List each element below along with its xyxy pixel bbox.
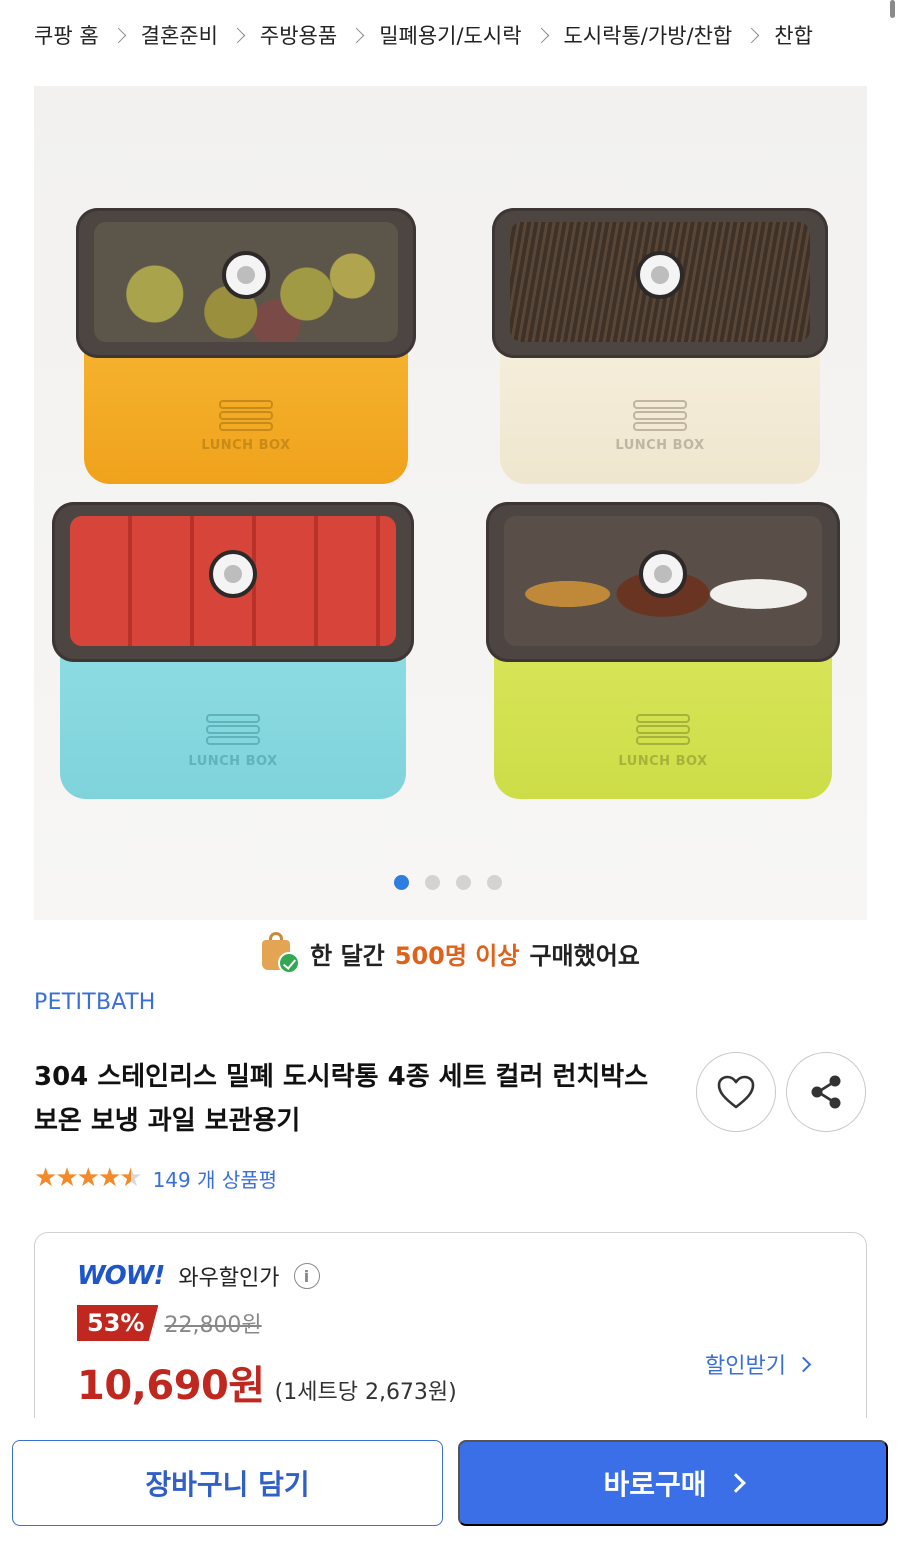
bottom-action-bar: 장바구니 담기 바로구매 (0, 1418, 900, 1543)
breadcrumb-item-containers[interactable]: 밀폐용기/도시락 (379, 20, 521, 50)
sale-price: 10,690원 (77, 1363, 265, 1409)
sale-price-row: 10,690원 (1세트당 2,673원) (77, 1353, 457, 1411)
buy-now-button[interactable]: 바로구매 (458, 1440, 888, 1526)
chevron-right-icon (743, 27, 760, 43)
wishlist-button[interactable] (696, 1052, 776, 1132)
brand-link[interactable]: PETITBATH (34, 990, 156, 1015)
share-button[interactable] (786, 1052, 866, 1132)
wow-logo: WOW! (77, 1261, 165, 1291)
valve-icon (209, 550, 257, 598)
discount-badge: 53% (77, 1305, 159, 1341)
share-icon (811, 1075, 841, 1109)
lunchbox-cream: LUNCH BOX (492, 208, 828, 488)
lunchbox-mint: LUNCH BOX (52, 502, 414, 802)
breadcrumb-item-home[interactable]: 쿠팡 홈 (34, 20, 99, 50)
box-logo: LUNCH BOX (615, 438, 705, 453)
scroll-indicator[interactable] (890, 0, 895, 18)
rating-row[interactable]: ★★★★★ 149 개 상품평 (34, 1163, 277, 1193)
wow-price-header: WOW! 와우할인가 i (77, 1260, 320, 1292)
star-icon: ★ (76, 1163, 100, 1193)
box-logo: LUNCH BOX (201, 438, 291, 453)
star-rating: ★★★★★ (34, 1163, 143, 1193)
buy-now-label: 바로구매 (603, 1468, 707, 1501)
lunchbox-yellow: LUNCH BOX (76, 208, 416, 488)
box-logo: LUNCH BOX (188, 754, 278, 769)
add-to-cart-label: 장바구니 담기 (145, 1468, 310, 1501)
wow-label: 와우할인가 (178, 1266, 280, 1291)
unit-price: (1세트당 2,673원) (274, 1380, 457, 1405)
chevron-right-icon (725, 1473, 746, 1493)
valve-icon (639, 550, 687, 598)
chevron-right-icon (348, 27, 365, 43)
banner-prefix: 한 달간 (310, 941, 385, 970)
chevron-right-icon (795, 1356, 812, 1372)
get-discount-link[interactable]: 할인받기 (705, 1348, 812, 1380)
carousel-pagination (394, 875, 502, 890)
star-icon: ★ (55, 1163, 78, 1193)
shopping-bag-check-icon (260, 932, 301, 974)
breadcrumb-item-lunchbox[interactable]: 도시락통/가방/찬합 (564, 20, 733, 50)
box-logo: LUNCH BOX (618, 754, 708, 769)
breadcrumb-item-wedding[interactable]: 결혼준비 (141, 20, 218, 50)
product-title: 304 스테인리스 밀폐 도시락통 4종 세트 컬러 런치박스 보온 보냉 과일… (34, 1062, 649, 1136)
valve-icon (636, 251, 684, 299)
star-icon: ★ (34, 1163, 57, 1193)
star-half-icon: ★ (119, 1163, 142, 1193)
original-price: 22,800원 (164, 1313, 262, 1338)
carousel-dot[interactable] (487, 875, 502, 890)
chevron-right-icon (533, 27, 549, 43)
valve-icon (222, 251, 270, 299)
heart-icon (717, 1075, 755, 1109)
carousel-dot[interactable] (425, 875, 440, 890)
carousel-dot[interactable] (456, 875, 471, 890)
breadcrumb: 쿠팡 홈 결혼준비 주방용품 밀폐용기/도시락 도시락통/가방/찬합 찬합 (34, 18, 870, 52)
chevron-right-icon (110, 27, 126, 43)
breadcrumb-item-stacked[interactable]: 찬합 (774, 20, 813, 50)
add-to-cart-button[interactable]: 장바구니 담기 (12, 1440, 443, 1526)
chevron-right-icon (229, 27, 246, 43)
breadcrumb-item-kitchen[interactable]: 주방용품 (260, 20, 337, 50)
review-count-link[interactable]: 149 개 상품평 (153, 1164, 278, 1193)
banner-suffix: 구매했어요 (529, 941, 640, 970)
discount-row: 53% 22,800원 (77, 1305, 262, 1341)
info-icon[interactable]: i (293, 1263, 320, 1289)
star-icon: ★ (97, 1163, 121, 1193)
purchase-count-banner: 한 달간 500명 이상 구매했어요 (0, 932, 900, 974)
banner-highlight: 500명 이상 (394, 941, 520, 970)
carousel-dot[interactable] (394, 875, 409, 890)
product-image-carousel[interactable]: LUNCH BOX LUNCH BOX LUNCH BOX LUNCH BOX (34, 86, 867, 920)
get-discount-label: 할인받기 (705, 1354, 786, 1379)
lunchbox-lime: LUNCH BOX (486, 502, 840, 802)
